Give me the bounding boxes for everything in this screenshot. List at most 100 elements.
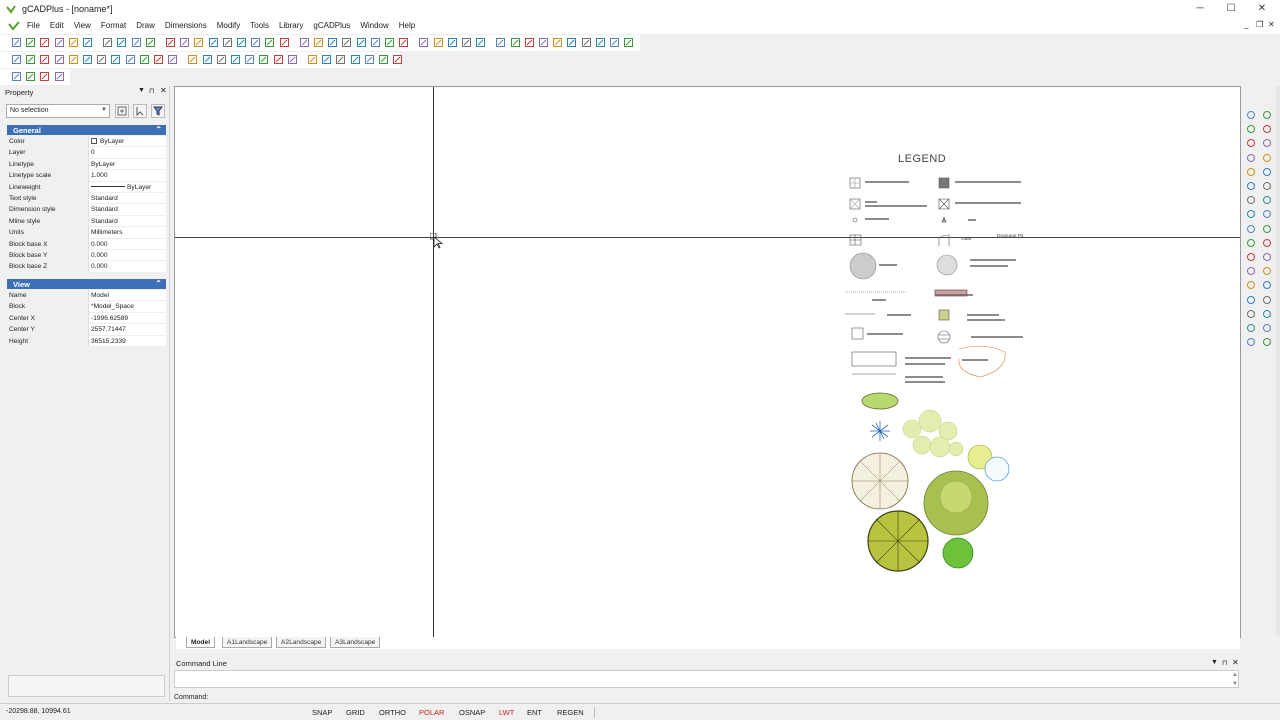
modify-tool-icon[interactable] (1246, 280, 1256, 290)
drawing-canvas[interactable]: LEGEND Drainage Pit Gate (174, 86, 1241, 638)
toolbar-tool-icon[interactable] (392, 54, 404, 65)
toolbar-tool-icon[interactable] (179, 37, 191, 48)
toolbar-tool-icon[interactable] (11, 54, 23, 65)
document-menu-icon[interactable] (8, 21, 20, 31)
modify-tool-icon[interactable] (1262, 323, 1272, 333)
property-value[interactable]: 0.000 (88, 261, 166, 273)
property-value[interactable]: Standard (88, 215, 166, 228)
modify-tool-icon[interactable] (1246, 238, 1256, 248)
toolbar-tool-icon[interactable] (447, 37, 459, 48)
status-toggle-regen[interactable]: REGEN (557, 708, 584, 717)
toolbar-tool-icon[interactable] (244, 54, 256, 65)
toolbar-tool-icon[interactable] (25, 54, 37, 65)
close-panel-icon[interactable]: ✕ (1232, 658, 1239, 667)
toolbar-tool-icon[interactable] (68, 37, 80, 48)
toolbar-tool-icon[interactable] (202, 54, 214, 65)
status-toggle-ortho[interactable]: ORTHO (379, 708, 406, 717)
toolbar-tool-icon[interactable] (96, 54, 108, 65)
toolbar-tool-icon[interactable] (350, 54, 362, 65)
scroll-down-icon[interactable]: ▼ (1232, 681, 1238, 687)
modify-tool-icon[interactable] (1262, 124, 1272, 134)
modify-tool-icon[interactable] (1262, 337, 1272, 347)
close-window-button[interactable]: ✕ (1250, 2, 1274, 16)
modify-tool-icon[interactable] (1262, 181, 1272, 191)
property-value[interactable]: ByLayer (88, 158, 166, 171)
toolbar-tool-icon[interactable] (433, 37, 445, 48)
toolbar-tool-icon[interactable] (495, 37, 507, 48)
general-section-header[interactable]: General ⌃ (7, 125, 166, 135)
quick-select-button[interactable] (115, 104, 129, 118)
toolbar-tool-icon[interactable] (279, 37, 291, 48)
filter-button[interactable] (151, 104, 165, 118)
toolbar-tool-icon[interactable] (139, 54, 151, 65)
modify-tool-icon[interactable] (1262, 167, 1272, 177)
menu-format[interactable]: Format (96, 20, 131, 31)
toolbar-tool-icon[interactable] (54, 54, 66, 65)
toolbar-tool-icon[interactable] (116, 37, 128, 48)
status-toggle-osnap[interactable]: OSNAP (459, 708, 485, 717)
menu-edit[interactable]: Edit (45, 20, 69, 31)
toolbar-tool-icon[interactable] (230, 54, 242, 65)
property-value[interactable]: Model (88, 290, 166, 302)
toolbar-tool-icon[interactable] (208, 37, 220, 48)
close-panel-icon[interactable]: ✕ (160, 86, 167, 95)
modify-tool-icon[interactable] (1262, 252, 1272, 262)
mdi-restore-button[interactable]: ❐ (1256, 20, 1263, 29)
modify-tool-icon[interactable] (1246, 224, 1256, 234)
property-value[interactable]: *Model_Space (88, 301, 166, 313)
toolbar-tool-icon[interactable] (364, 54, 376, 65)
modify-tool-icon[interactable] (1262, 224, 1272, 234)
modify-tool-icon[interactable] (1246, 295, 1256, 305)
modify-tool-icon[interactable] (1246, 209, 1256, 219)
mdi-close-button[interactable]: ✕ (1268, 20, 1275, 29)
property-value[interactable]: 0 (88, 147, 166, 159)
property-value[interactable]: 0.000 (88, 249, 166, 262)
status-toggle-snap[interactable]: SNAP (312, 708, 332, 717)
toolbar-tool-icon[interactable] (356, 37, 368, 48)
toolbar-tool-icon[interactable] (258, 54, 270, 65)
property-value[interactable]: 2557.71447 (88, 324, 166, 336)
menu-tools[interactable]: Tools (245, 20, 274, 31)
toolbar-tool-icon[interactable] (475, 37, 487, 48)
toolbar-tool-icon[interactable] (131, 37, 143, 48)
toolbar-tool-icon[interactable] (595, 37, 607, 48)
property-value[interactable]: Standard (88, 204, 166, 216)
toolbar-tool-icon[interactable] (313, 37, 325, 48)
toolbar-tool-icon[interactable] (222, 37, 234, 48)
modify-tool-icon[interactable] (1262, 138, 1272, 148)
modify-tool-icon[interactable] (1246, 110, 1256, 120)
toolbar-tool-icon[interactable] (54, 71, 66, 82)
toolbar-tool-icon[interactable] (236, 37, 248, 48)
toolbar-tool-icon[interactable] (398, 37, 410, 48)
toolbar-tool-icon[interactable] (538, 37, 550, 48)
selection-dropdown[interactable]: No selection ▼ (6, 104, 110, 118)
menu-draw[interactable]: Draw (131, 20, 160, 31)
toolbar-tool-icon[interactable] (68, 54, 80, 65)
tab-a1landscape[interactable]: A1Landscape (222, 637, 273, 648)
toolbar-tool-icon[interactable] (461, 37, 473, 48)
toolbar-tool-icon[interactable] (54, 37, 66, 48)
mdi-minimize-button[interactable]: _ (1244, 20, 1248, 29)
modify-tool-icon[interactable] (1246, 323, 1256, 333)
toolbar-tool-icon[interactable] (378, 54, 390, 65)
menu-gcadplus[interactable]: gCADPlus (308, 20, 355, 31)
modify-tool-icon[interactable] (1262, 238, 1272, 248)
menu-modify[interactable]: Modify (212, 20, 246, 31)
toolbar-tool-icon[interactable] (623, 37, 635, 48)
toolbar-tool-icon[interactable] (273, 54, 285, 65)
tab-a2landscape[interactable]: A2Landscape (276, 637, 327, 648)
modify-tool-icon[interactable] (1246, 266, 1256, 276)
menu-library[interactable]: Library (274, 20, 308, 31)
toolbar-tool-icon[interactable] (341, 37, 353, 48)
status-toggle-polar[interactable]: POLAR (419, 708, 444, 717)
modify-tool-icon[interactable] (1262, 309, 1272, 319)
modify-tool-icon[interactable] (1246, 153, 1256, 163)
property-value[interactable]: Millimeters (88, 227, 166, 239)
modify-tool-icon[interactable] (1262, 266, 1272, 276)
status-toggle-grid[interactable]: GRID (346, 708, 365, 717)
toolbar-tool-icon[interactable] (110, 54, 122, 65)
menu-help[interactable]: Help (394, 20, 420, 31)
modify-tool-icon[interactable] (1246, 337, 1256, 347)
modify-tool-icon[interactable] (1246, 138, 1256, 148)
toolbar-tool-icon[interactable] (11, 37, 23, 48)
